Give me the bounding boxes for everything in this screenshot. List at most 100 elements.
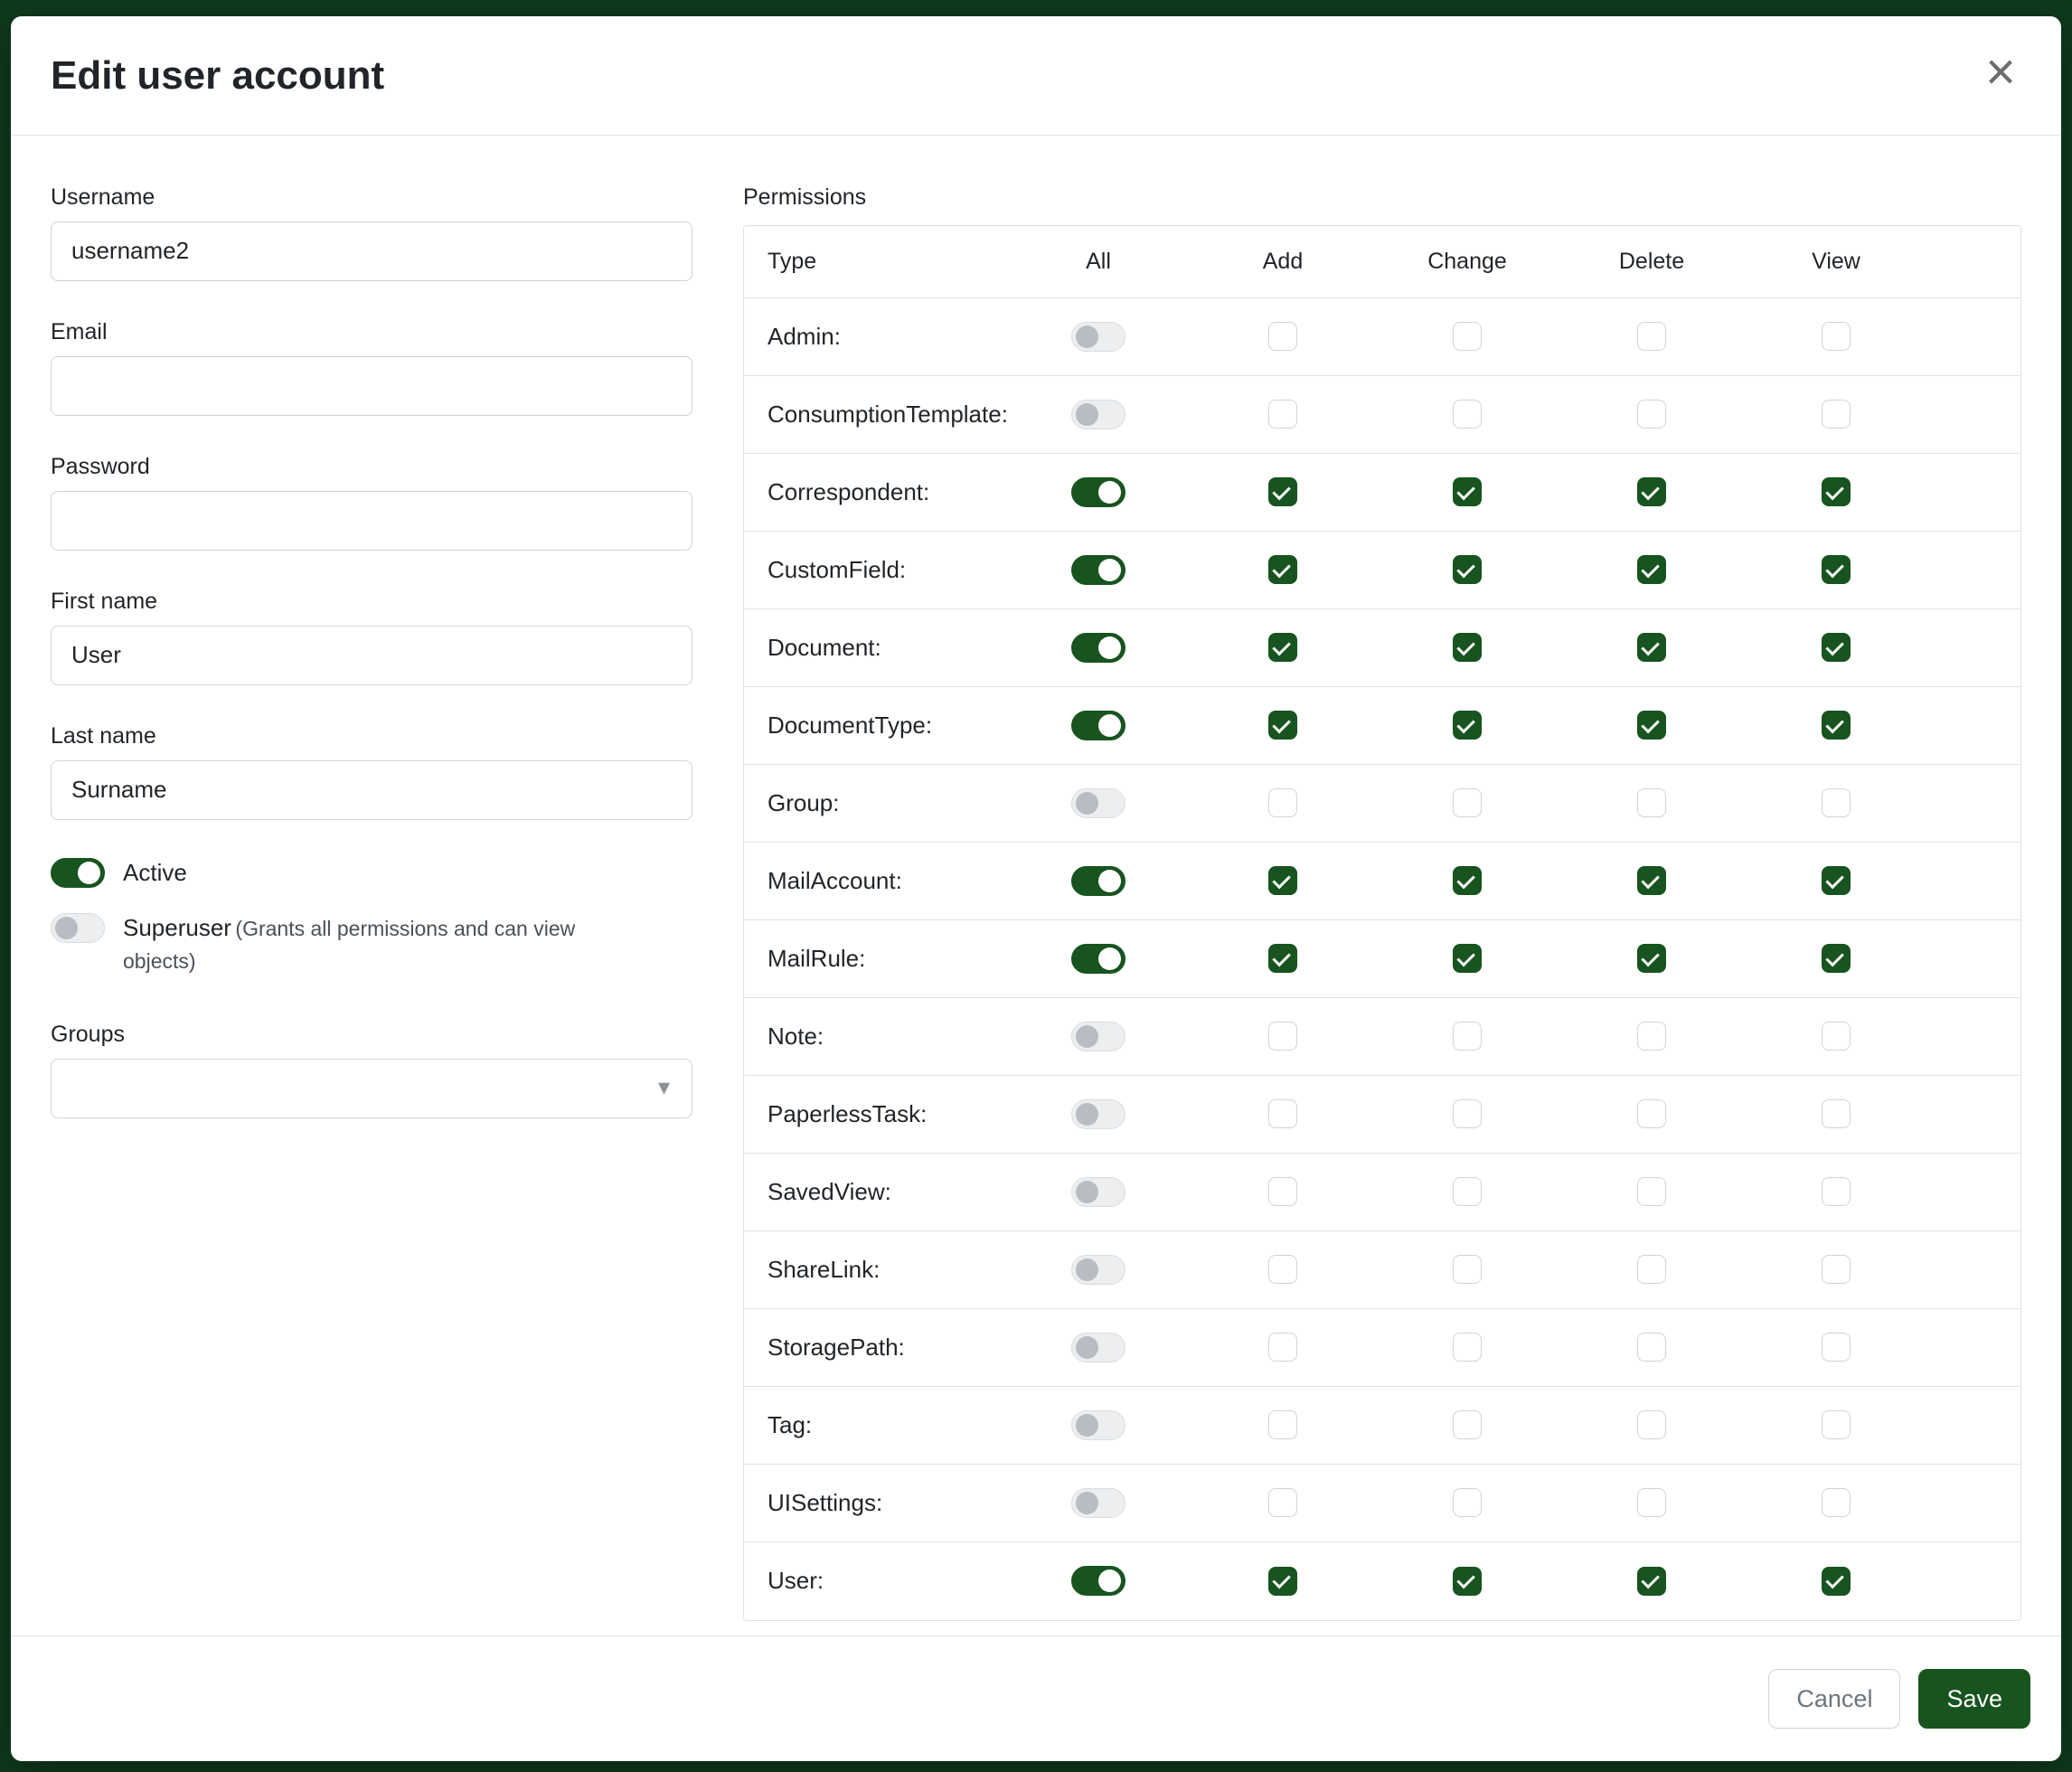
permission-add-checkbox[interactable] bbox=[1268, 633, 1297, 662]
permission-view-checkbox[interactable] bbox=[1822, 322, 1851, 351]
permission-change-checkbox[interactable] bbox=[1453, 866, 1482, 895]
permission-view-checkbox[interactable] bbox=[1822, 1022, 1851, 1051]
permission-add-checkbox[interactable] bbox=[1268, 400, 1297, 429]
permission-change-checkbox[interactable] bbox=[1453, 1567, 1482, 1596]
last-name-input[interactable] bbox=[51, 760, 692, 820]
permission-delete-checkbox[interactable] bbox=[1637, 1177, 1666, 1206]
permission-delete-checkbox[interactable] bbox=[1637, 788, 1666, 817]
permission-change-checkbox[interactable] bbox=[1453, 944, 1482, 973]
permission-change-checkbox[interactable] bbox=[1453, 1177, 1482, 1206]
permission-change-checkbox[interactable] bbox=[1453, 477, 1482, 506]
cancel-button[interactable]: Cancel bbox=[1768, 1669, 1900, 1729]
permission-delete-checkbox[interactable] bbox=[1637, 1255, 1666, 1284]
permission-view-checkbox[interactable] bbox=[1822, 1255, 1851, 1284]
permission-view-checkbox[interactable] bbox=[1822, 1177, 1851, 1206]
permission-all-toggle[interactable] bbox=[1071, 866, 1125, 896]
permission-add-checkbox[interactable] bbox=[1268, 1333, 1297, 1362]
permission-type-label: MailAccount: bbox=[744, 867, 1006, 895]
permission-add-checkbox[interactable] bbox=[1268, 1255, 1297, 1284]
superuser-toggle[interactable] bbox=[51, 913, 105, 943]
permission-all-toggle[interactable] bbox=[1071, 1410, 1125, 1440]
permission-delete-checkbox[interactable] bbox=[1637, 1488, 1666, 1517]
permission-add-checkbox[interactable] bbox=[1268, 322, 1297, 351]
groups-select[interactable]: ▾ bbox=[51, 1059, 692, 1118]
email-field[interactable] bbox=[51, 356, 692, 416]
permission-delete-checkbox[interactable] bbox=[1637, 866, 1666, 895]
permission-all-toggle[interactable] bbox=[1071, 322, 1125, 352]
permission-all-toggle[interactable] bbox=[1071, 477, 1125, 507]
permission-all-toggle[interactable] bbox=[1071, 1488, 1125, 1518]
permission-all-toggle[interactable] bbox=[1071, 1333, 1125, 1362]
permission-change-checkbox[interactable] bbox=[1453, 1488, 1482, 1517]
permission-delete-checkbox[interactable] bbox=[1637, 633, 1666, 662]
permission-all-toggle[interactable] bbox=[1071, 1255, 1125, 1285]
permission-change-checkbox[interactable] bbox=[1453, 633, 1482, 662]
permission-add-checkbox[interactable] bbox=[1268, 477, 1297, 506]
permission-add-checkbox[interactable] bbox=[1268, 944, 1297, 973]
permission-delete-checkbox[interactable] bbox=[1637, 555, 1666, 584]
permission-view-checkbox[interactable] bbox=[1822, 866, 1851, 895]
permission-delete-checkbox[interactable] bbox=[1637, 1567, 1666, 1596]
edit-user-modal: Edit user account × Username Email Passw… bbox=[11, 16, 2061, 1761]
permission-change-checkbox[interactable] bbox=[1453, 400, 1482, 429]
permission-view-checkbox[interactable] bbox=[1822, 1488, 1851, 1517]
permission-change-checkbox[interactable] bbox=[1453, 1255, 1482, 1284]
permission-change-checkbox[interactable] bbox=[1453, 788, 1482, 817]
permission-all-toggle[interactable] bbox=[1071, 1022, 1125, 1051]
permission-change-checkbox[interactable] bbox=[1453, 322, 1482, 351]
permission-delete-checkbox[interactable] bbox=[1637, 711, 1666, 740]
permission-delete-checkbox[interactable] bbox=[1637, 1410, 1666, 1439]
permission-view-checkbox[interactable] bbox=[1822, 477, 1851, 506]
permission-change-checkbox[interactable] bbox=[1453, 1099, 1482, 1128]
permission-view-checkbox[interactable] bbox=[1822, 400, 1851, 429]
permission-view-checkbox[interactable] bbox=[1822, 944, 1851, 973]
permission-delete-checkbox[interactable] bbox=[1637, 944, 1666, 973]
permission-change-checkbox[interactable] bbox=[1453, 1022, 1482, 1051]
permission-delete-checkbox[interactable] bbox=[1637, 1333, 1666, 1362]
permission-delete-checkbox[interactable] bbox=[1637, 1099, 1666, 1128]
permission-add-checkbox[interactable] bbox=[1268, 1099, 1297, 1128]
permission-all-toggle[interactable] bbox=[1071, 711, 1125, 740]
permission-view-checkbox[interactable] bbox=[1822, 788, 1851, 817]
permission-change-checkbox[interactable] bbox=[1453, 1410, 1482, 1439]
permission-add-checkbox[interactable] bbox=[1268, 555, 1297, 584]
permission-view-checkbox[interactable] bbox=[1822, 1099, 1851, 1128]
permission-add-checkbox[interactable] bbox=[1268, 1022, 1297, 1051]
permission-change-checkbox[interactable] bbox=[1453, 1333, 1482, 1362]
password-field[interactable] bbox=[51, 491, 692, 551]
permission-delete-checkbox[interactable] bbox=[1637, 322, 1666, 351]
permission-view-checkbox[interactable] bbox=[1822, 555, 1851, 584]
permission-delete-checkbox[interactable] bbox=[1637, 400, 1666, 429]
permission-all-toggle[interactable] bbox=[1071, 555, 1125, 585]
permission-all-toggle[interactable] bbox=[1071, 1566, 1125, 1596]
superuser-label: Superuser bbox=[123, 914, 231, 941]
permission-delete-checkbox[interactable] bbox=[1637, 1022, 1666, 1051]
close-icon[interactable]: × bbox=[1980, 52, 2021, 92]
permission-add-checkbox[interactable] bbox=[1268, 1567, 1297, 1596]
permission-view-checkbox[interactable] bbox=[1822, 1567, 1851, 1596]
permission-change-checkbox[interactable] bbox=[1453, 555, 1482, 584]
first-name-input[interactable] bbox=[51, 626, 692, 685]
permission-all-toggle[interactable] bbox=[1071, 633, 1125, 663]
permission-all-toggle[interactable] bbox=[1071, 788, 1125, 818]
active-toggle[interactable] bbox=[51, 858, 105, 888]
permission-all-toggle[interactable] bbox=[1071, 1099, 1125, 1129]
username-input[interactable] bbox=[51, 222, 692, 281]
permission-add-checkbox[interactable] bbox=[1268, 1410, 1297, 1439]
permission-view-checkbox[interactable] bbox=[1822, 711, 1851, 740]
permission-add-checkbox[interactable] bbox=[1268, 1177, 1297, 1206]
permission-add-checkbox[interactable] bbox=[1268, 1488, 1297, 1517]
permission-view-checkbox[interactable] bbox=[1822, 1410, 1851, 1439]
permission-delete-checkbox[interactable] bbox=[1637, 477, 1666, 506]
save-button[interactable]: Save bbox=[1918, 1669, 2030, 1729]
permission-add-checkbox[interactable] bbox=[1268, 788, 1297, 817]
permission-add-checkbox[interactable] bbox=[1268, 711, 1297, 740]
permission-view-checkbox[interactable] bbox=[1822, 633, 1851, 662]
permission-row: Group: bbox=[744, 765, 2020, 843]
permission-all-toggle[interactable] bbox=[1071, 400, 1125, 429]
permission-all-toggle[interactable] bbox=[1071, 944, 1125, 974]
permission-change-checkbox[interactable] bbox=[1453, 711, 1482, 740]
permission-all-toggle[interactable] bbox=[1071, 1177, 1125, 1207]
permission-add-checkbox[interactable] bbox=[1268, 866, 1297, 895]
permission-view-checkbox[interactable] bbox=[1822, 1333, 1851, 1362]
